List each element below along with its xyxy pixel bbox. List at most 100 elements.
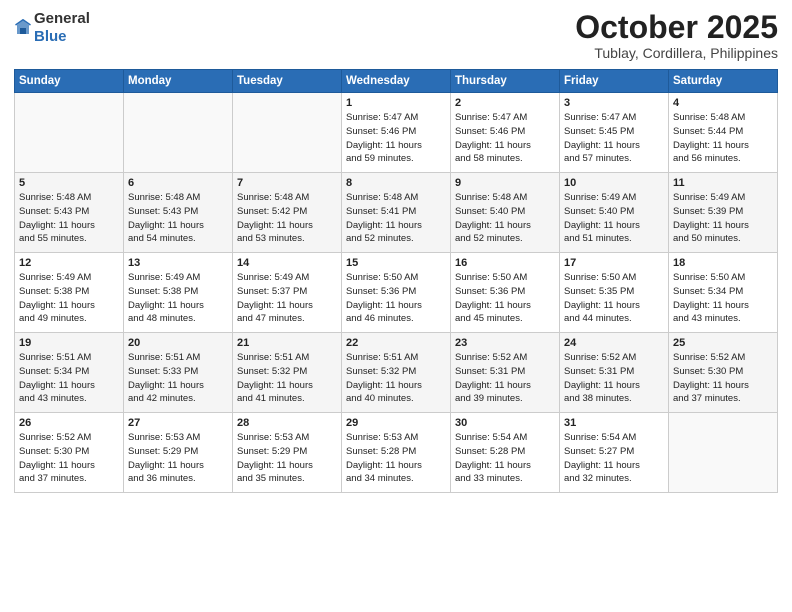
calendar-cell: 30 Sunrise: 5:54 AM Sunset: 5:28 PM Dayli… bbox=[451, 413, 560, 493]
day-number: 20 bbox=[128, 337, 228, 349]
day-info: Sunrise: 5:47 AM Sunset: 5:46 PM Dayligh… bbox=[455, 111, 555, 166]
calendar-cell: 23 Sunrise: 5:52 AM Sunset: 5:31 PM Dayli… bbox=[451, 333, 560, 413]
day-number: 12 bbox=[19, 257, 119, 269]
day-info: Sunrise: 5:51 AM Sunset: 5:33 PM Dayligh… bbox=[128, 351, 228, 406]
day-info: Sunrise: 5:51 AM Sunset: 5:32 PM Dayligh… bbox=[346, 351, 446, 406]
day-info: Sunrise: 5:54 AM Sunset: 5:27 PM Dayligh… bbox=[564, 431, 664, 486]
day-number: 8 bbox=[346, 177, 446, 189]
day-number: 14 bbox=[237, 257, 337, 269]
calendar-week-row: 19Sunrise: 5:51 AM Sunset: 5:34 PM Dayli… bbox=[15, 333, 778, 413]
logo-name: General Blue bbox=[34, 10, 90, 46]
day-info: Sunrise: 5:48 AM Sunset: 5:44 PM Dayligh… bbox=[673, 111, 773, 166]
calendar-cell: 24Sunrise: 5:52 AM Sunset: 5:31 PM Dayli… bbox=[560, 333, 669, 413]
calendar-cell: 15 Sunrise: 5:50 AM Sunset: 5:36 PM Dayli… bbox=[342, 253, 451, 333]
day-number: 23 bbox=[455, 337, 555, 349]
calendar-cell: 3 Sunrise: 5:47 AM Sunset: 5:45 PM Daylig… bbox=[560, 93, 669, 173]
calendar-cell: 20 Sunrise: 5:51 AM Sunset: 5:33 PM Dayli… bbox=[124, 333, 233, 413]
weekday-header: Wednesday bbox=[342, 70, 451, 93]
calendar-cell bbox=[669, 413, 778, 493]
day-info: Sunrise: 5:54 AM Sunset: 5:28 PM Dayligh… bbox=[455, 431, 555, 486]
day-info: Sunrise: 5:52 AM Sunset: 5:30 PM Dayligh… bbox=[19, 431, 119, 486]
calendar-cell: 4Sunrise: 5:48 AM Sunset: 5:44 PM Daylig… bbox=[669, 93, 778, 173]
weekday-header: Monday bbox=[124, 70, 233, 93]
day-number: 25 bbox=[673, 337, 773, 349]
calendar-week-row: 1 Sunrise: 5:47 AM Sunset: 5:46 PM Daylig… bbox=[15, 93, 778, 173]
weekday-header: Tuesday bbox=[233, 70, 342, 93]
calendar-cell: 19Sunrise: 5:51 AM Sunset: 5:34 PM Dayli… bbox=[15, 333, 124, 413]
calendar-header: SundayMondayTuesdayWednesdayThursdayFrid… bbox=[15, 70, 778, 93]
weekday-header: Saturday bbox=[669, 70, 778, 93]
day-number: 22 bbox=[346, 337, 446, 349]
logo-icon bbox=[14, 19, 32, 37]
day-info: Sunrise: 5:52 AM Sunset: 5:31 PM Dayligh… bbox=[455, 351, 555, 406]
day-info: Sunrise: 5:49 AM Sunset: 5:38 PM Dayligh… bbox=[19, 271, 119, 326]
weekday-header: Sunday bbox=[15, 70, 124, 93]
calendar-cell bbox=[233, 93, 342, 173]
calendar-cell: 5 Sunrise: 5:48 AM Sunset: 5:43 PM Daylig… bbox=[15, 173, 124, 253]
calendar-week-row: 5 Sunrise: 5:48 AM Sunset: 5:43 PM Daylig… bbox=[15, 173, 778, 253]
day-number: 15 bbox=[346, 257, 446, 269]
day-info: Sunrise: 5:49 AM Sunset: 5:40 PM Dayligh… bbox=[564, 191, 664, 246]
calendar-cell: 7Sunrise: 5:48 AM Sunset: 5:42 PM Daylig… bbox=[233, 173, 342, 253]
calendar-week-row: 12 Sunrise: 5:49 AM Sunset: 5:38 PM Dayli… bbox=[15, 253, 778, 333]
day-info: Sunrise: 5:48 AM Sunset: 5:43 PM Dayligh… bbox=[19, 191, 119, 246]
day-number: 18 bbox=[673, 257, 773, 269]
day-number: 3 bbox=[564, 97, 664, 109]
day-info: Sunrise: 5:48 AM Sunset: 5:43 PM Dayligh… bbox=[128, 191, 228, 246]
calendar-body: 1 Sunrise: 5:47 AM Sunset: 5:46 PM Daylig… bbox=[15, 93, 778, 493]
month-title: October 2025 bbox=[575, 10, 778, 45]
calendar-cell: 2Sunrise: 5:47 AM Sunset: 5:46 PM Daylig… bbox=[451, 93, 560, 173]
day-info: Sunrise: 5:47 AM Sunset: 5:45 PM Dayligh… bbox=[564, 111, 664, 166]
calendar-week-row: 26Sunrise: 5:52 AM Sunset: 5:30 PM Dayli… bbox=[15, 413, 778, 493]
weekday-header: Thursday bbox=[451, 70, 560, 93]
day-number: 27 bbox=[128, 417, 228, 429]
calendar-cell: 11 Sunrise: 5:49 AM Sunset: 5:39 PM Dayli… bbox=[669, 173, 778, 253]
day-info: Sunrise: 5:50 AM Sunset: 5:36 PM Dayligh… bbox=[346, 271, 446, 326]
calendar-cell: 26Sunrise: 5:52 AM Sunset: 5:30 PM Dayli… bbox=[15, 413, 124, 493]
day-number: 17 bbox=[564, 257, 664, 269]
location: Tublay, Cordillera, Philippines bbox=[575, 45, 778, 61]
header: General Blue October 2025 Tublay, Cordil… bbox=[14, 10, 778, 61]
page-container: General Blue October 2025 Tublay, Cordil… bbox=[0, 0, 792, 499]
day-info: Sunrise: 5:49 AM Sunset: 5:39 PM Dayligh… bbox=[673, 191, 773, 246]
day-info: Sunrise: 5:49 AM Sunset: 5:38 PM Dayligh… bbox=[128, 271, 228, 326]
day-info: Sunrise: 5:53 AM Sunset: 5:29 PM Dayligh… bbox=[237, 431, 337, 486]
calendar-cell bbox=[15, 93, 124, 173]
calendar-cell: 8 Sunrise: 5:48 AM Sunset: 5:41 PM Daylig… bbox=[342, 173, 451, 253]
day-number: 31 bbox=[564, 417, 664, 429]
calendar-cell: 29 Sunrise: 5:53 AM Sunset: 5:28 PM Dayli… bbox=[342, 413, 451, 493]
weekday-header: Friday bbox=[560, 70, 669, 93]
calendar-cell: 18Sunrise: 5:50 AM Sunset: 5:34 PM Dayli… bbox=[669, 253, 778, 333]
day-info: Sunrise: 5:52 AM Sunset: 5:30 PM Dayligh… bbox=[673, 351, 773, 406]
day-number: 29 bbox=[346, 417, 446, 429]
calendar-cell: 17Sunrise: 5:50 AM Sunset: 5:35 PM Dayli… bbox=[560, 253, 669, 333]
calendar-cell: 31 Sunrise: 5:54 AM Sunset: 5:27 PM Dayli… bbox=[560, 413, 669, 493]
weekday-row: SundayMondayTuesdayWednesdayThursdayFrid… bbox=[15, 70, 778, 93]
day-number: 5 bbox=[19, 177, 119, 189]
day-info: Sunrise: 5:48 AM Sunset: 5:41 PM Dayligh… bbox=[346, 191, 446, 246]
day-number: 11 bbox=[673, 177, 773, 189]
calendar-cell: 28 Sunrise: 5:53 AM Sunset: 5:29 PM Dayli… bbox=[233, 413, 342, 493]
calendar-cell: 1 Sunrise: 5:47 AM Sunset: 5:46 PM Daylig… bbox=[342, 93, 451, 173]
day-number: 6 bbox=[128, 177, 228, 189]
day-info: Sunrise: 5:53 AM Sunset: 5:28 PM Dayligh… bbox=[346, 431, 446, 486]
day-number: 30 bbox=[455, 417, 555, 429]
calendar-cell: 12 Sunrise: 5:49 AM Sunset: 5:38 PM Dayli… bbox=[15, 253, 124, 333]
day-number: 16 bbox=[455, 257, 555, 269]
day-info: Sunrise: 5:51 AM Sunset: 5:32 PM Dayligh… bbox=[237, 351, 337, 406]
day-number: 1 bbox=[346, 97, 446, 109]
day-info: Sunrise: 5:47 AM Sunset: 5:46 PM Dayligh… bbox=[346, 111, 446, 166]
day-info: Sunrise: 5:48 AM Sunset: 5:40 PM Dayligh… bbox=[455, 191, 555, 246]
day-info: Sunrise: 5:53 AM Sunset: 5:29 PM Dayligh… bbox=[128, 431, 228, 486]
title-block: October 2025 Tublay, Cordillera, Philipp… bbox=[575, 10, 778, 61]
calendar-table: SundayMondayTuesdayWednesdayThursdayFrid… bbox=[14, 69, 778, 493]
calendar-cell: 27 Sunrise: 5:53 AM Sunset: 5:29 PM Dayli… bbox=[124, 413, 233, 493]
calendar-cell: 22 Sunrise: 5:51 AM Sunset: 5:32 PM Dayli… bbox=[342, 333, 451, 413]
day-number: 13 bbox=[128, 257, 228, 269]
day-number: 28 bbox=[237, 417, 337, 429]
day-info: Sunrise: 5:50 AM Sunset: 5:36 PM Dayligh… bbox=[455, 271, 555, 326]
logo-blue: Blue bbox=[34, 28, 67, 45]
day-number: 24 bbox=[564, 337, 664, 349]
day-info: Sunrise: 5:48 AM Sunset: 5:42 PM Dayligh… bbox=[237, 191, 337, 246]
calendar-cell: 13 Sunrise: 5:49 AM Sunset: 5:38 PM Dayli… bbox=[124, 253, 233, 333]
